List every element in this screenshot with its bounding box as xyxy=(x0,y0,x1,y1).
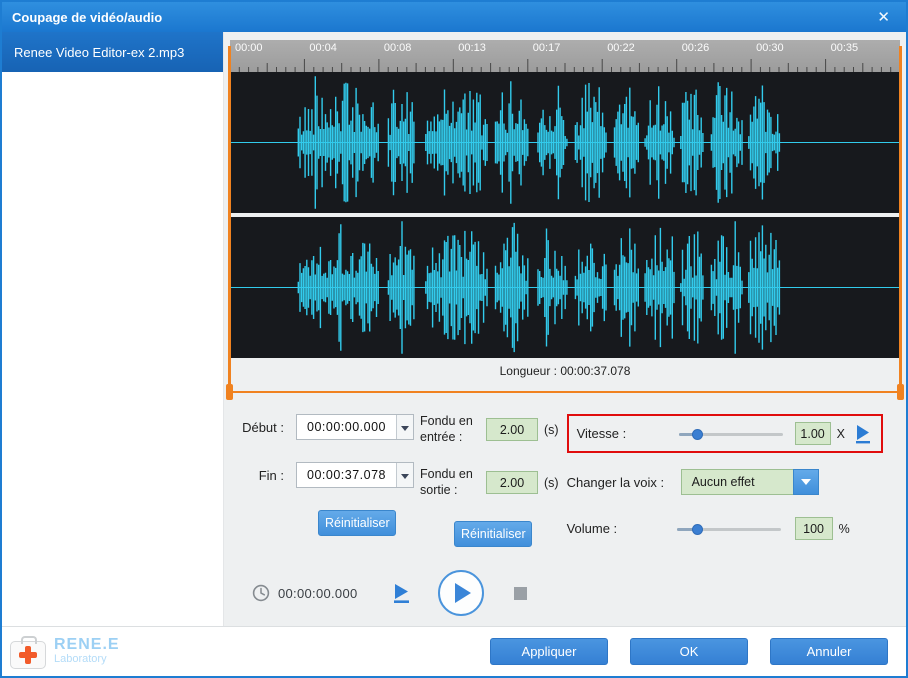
play-from-position-icon[interactable] xyxy=(390,582,412,604)
voice-value: Aucun effet xyxy=(680,469,793,495)
volume-value[interactable]: 100 xyxy=(794,517,833,540)
fade-out-label: Fondu en sortie : xyxy=(420,467,473,497)
close-icon[interactable]: ✕ xyxy=(871,8,896,26)
clock-icon xyxy=(252,584,270,602)
playback-bar: 00:00:00.000 xyxy=(230,560,900,626)
ruler-tick-label: 00:26 xyxy=(681,42,710,54)
ruler-tick-label: 00:00 xyxy=(235,42,263,54)
end-time-spinner[interactable] xyxy=(396,463,413,487)
chevron-down-icon[interactable] xyxy=(792,469,819,495)
ruler-tick-label: 00:17 xyxy=(532,42,561,54)
timeline-ruler[interactable]: 00:00 00:04 00:08 00:13 00:17 00:22 00:26 00:30… xyxy=(230,40,900,72)
apply-button[interactable]: Appliquer xyxy=(490,638,608,665)
footer-bar: RENE.E Laboratory Appliquer OK Annuler xyxy=(2,626,906,676)
fade-in-unit: (s) xyxy=(544,422,559,437)
controls-panel: Début : 00:00:00.000 Fin : 00:00:37.078 … xyxy=(230,400,900,560)
spinner-down-icon[interactable] xyxy=(401,426,409,431)
slider-thumb[interactable] xyxy=(692,428,704,440)
speed-slider[interactable] xyxy=(678,427,783,441)
dialog-title: Coupage de vidéo/audio xyxy=(12,9,163,25)
ruler-tick-label: 00:30 xyxy=(756,42,784,54)
length-label: Longueur : 00:00:37.078 xyxy=(499,364,631,378)
waveform-channel-left[interactable] xyxy=(230,72,900,213)
end-label: Fin : xyxy=(258,467,284,483)
speed-preview-play-icon[interactable] xyxy=(853,424,873,444)
brand-subtitle: Laboratory xyxy=(54,653,107,666)
start-time-spinner[interactable] xyxy=(396,415,413,439)
selection-range-line xyxy=(230,391,900,393)
selection-edge-left[interactable] xyxy=(228,46,231,388)
cut-audio-dialog: Coupage de vidéo/audio ✕ Renee Video Edi… xyxy=(0,0,908,678)
fade-out-unit: (s) xyxy=(544,475,559,490)
brand-logo: RENE.E Laboratory xyxy=(10,635,120,669)
speed-value[interactable]: 1.00 xyxy=(794,422,831,445)
ruler-tick-label: 00:04 xyxy=(309,42,337,54)
start-time-input[interactable]: 00:00:00.000 xyxy=(296,414,414,440)
first-aid-cross-icon xyxy=(10,635,46,669)
speed-unit: X xyxy=(836,426,845,441)
voice-label: Changer la voix : xyxy=(566,474,665,490)
play-button[interactable] xyxy=(437,570,484,616)
stop-button[interactable] xyxy=(513,586,527,600)
ruler-tick-label: 00:08 xyxy=(383,42,412,54)
waveform-channel-right[interactable] xyxy=(230,217,900,358)
speed-label: Vitesse : xyxy=(576,426,627,441)
slider-thumb[interactable] xyxy=(692,523,704,535)
sidebar-item-file[interactable]: Renee Video Editor-ex 2.mp3 xyxy=(2,32,223,72)
file-sidebar: Renee Video Editor-ex 2.mp3 xyxy=(2,32,224,626)
fade-in-input[interactable]: 2.00 xyxy=(486,418,538,442)
file-name: Renee Video Editor-ex 2.mp3 xyxy=(14,44,185,60)
selection-edge-right[interactable] xyxy=(899,46,902,388)
ruler-tick-label: 00:22 xyxy=(607,42,635,54)
selection-bar xyxy=(226,384,904,400)
reset-fade-button[interactable]: Réinitialiser xyxy=(454,520,532,547)
brand-name: RENE.E xyxy=(54,636,120,654)
reset-time-button[interactable]: Réinitialiser xyxy=(318,510,396,536)
end-time-input[interactable]: 00:00:37.078 xyxy=(296,462,414,488)
play-icon xyxy=(455,583,472,603)
start-time-value: 00:00:00.000 xyxy=(307,420,386,434)
playback-time: 00:00:00.000 xyxy=(278,585,358,601)
ruler-tick-label: 00:13 xyxy=(458,42,486,54)
speed-row-highlight: Vitesse : 1.00 X xyxy=(566,414,883,453)
start-label: Début : xyxy=(242,419,284,435)
volume-slider[interactable] xyxy=(676,522,781,536)
fade-in-label: Fondu en entrée : xyxy=(420,414,473,444)
titlebar[interactable]: Coupage de vidéo/audio ✕ xyxy=(2,2,906,32)
end-time-value: 00:00:37.078 xyxy=(307,468,386,482)
ok-button[interactable]: OK xyxy=(630,638,748,665)
main-panel: 00:00 00:04 00:08 00:13 00:17 00:22 00:26 00:30… xyxy=(224,32,906,626)
volume-unit: % xyxy=(838,521,850,536)
cancel-button[interactable]: Annuler xyxy=(770,638,888,665)
ruler-tick-label: 00:35 xyxy=(830,42,859,54)
fade-out-input[interactable]: 2.00 xyxy=(486,471,538,495)
spinner-down-icon[interactable] xyxy=(401,474,409,479)
volume-label: Volume : xyxy=(566,521,618,536)
voice-dropdown[interactable]: Aucun effet xyxy=(680,469,819,495)
waveform-region: 00:00 00:04 00:08 00:13 00:17 00:22 00:26 00:30… xyxy=(226,40,904,400)
